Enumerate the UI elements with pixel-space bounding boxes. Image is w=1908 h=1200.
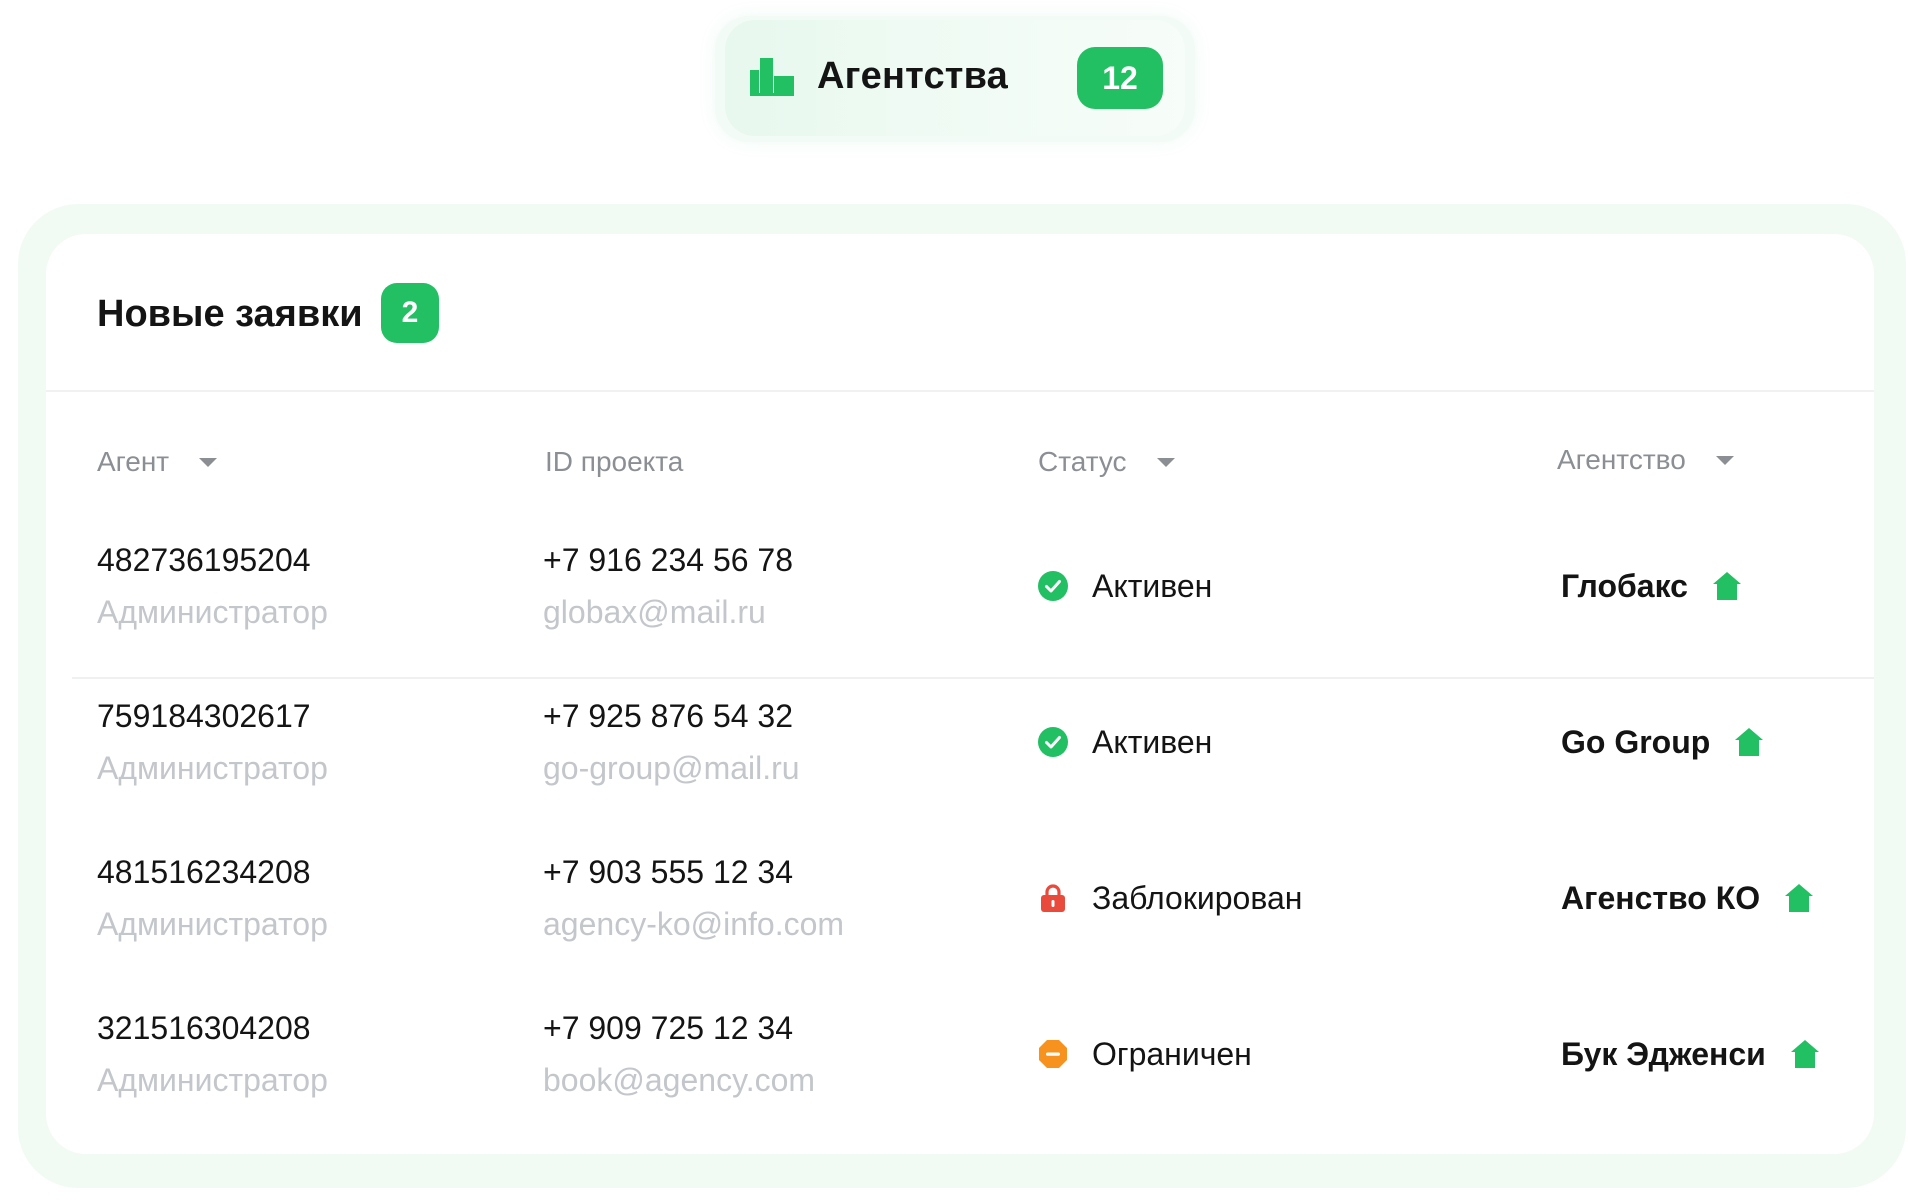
agent-phone: +7 925 876 54 32 [543,698,794,734]
home-icon [1785,884,1814,912]
check-circle-icon [1038,727,1068,757]
agent-id: 481516234208 [97,854,311,890]
chevron-down-icon[interactable] [1156,457,1175,467]
minus-octagon-icon [1039,1040,1067,1068]
column-header-label: ID проекта [545,446,684,477]
agencies-title: Агентства [817,55,1009,97]
status-label: Ограничен [1092,1036,1252,1072]
agency-name: Бук Эдженси [1561,1036,1766,1072]
status-badge: Заблокирован [1038,876,1302,920]
status-label: Активен [1092,724,1213,760]
column-header-agency[interactable]: Агентство [1557,440,1734,480]
card-title: Новые заявки [97,293,363,335]
column-header-agent[interactable]: Агент [97,442,218,482]
agent-email[interactable]: globax@mail.ru [543,590,766,634]
buildings-icon [750,58,794,96]
chevron-down-icon[interactable] [1715,455,1734,465]
agency-name: Go Group [1561,724,1711,760]
agent-email[interactable]: agency-ko@info.com [543,902,844,946]
agency-cell[interactable]: Глобакс [1561,564,1742,608]
agent-phone: +7 909 725 12 34 [543,1010,794,1046]
column-header-label: Агентство [1557,444,1686,475]
agent-phone: +7 916 234 56 78 [543,542,794,578]
chevron-down-icon[interactable] [199,457,218,467]
status-label: Активен [1092,568,1213,604]
column-header-label: Статус [1038,446,1127,477]
column-header-label: Агент [97,446,170,477]
status-badge: Активен [1038,564,1212,608]
agent-role: Администратор [97,750,328,786]
agency-cell[interactable]: Агенство КО [1561,876,1814,920]
agency-cell[interactable]: Go Group [1561,720,1764,764]
new-requests-card: Новые заявки 2 Агент ID проекта Статус А… [46,234,1874,1154]
agent-id: 321516304208 [97,1010,311,1046]
agencies-pill[interactable]: Агентства 12 [725,20,1185,136]
home-icon [1735,728,1764,756]
table-row[interactable]: 482736195204 Администратор +7 916 234 56… [46,524,1874,680]
agent-email[interactable]: book@agency.com [543,1058,815,1102]
agency-cell[interactable]: Бук Эдженси [1561,1032,1820,1076]
card-header: Новые заявки 2 [46,234,1874,392]
agent-email[interactable]: go-group@mail.ru [543,746,800,790]
requests-count-badge: 2 [381,283,439,343]
status-label: Заблокирован [1092,880,1303,916]
agent-id: 759184302617 [97,698,311,734]
lock-icon [1041,884,1065,912]
status-badge: Ограничен [1038,1032,1252,1076]
agent-phone: +7 903 555 12 34 [543,854,794,890]
agencies-count-badge: 12 [1077,47,1163,109]
agent-id: 482736195204 [97,542,311,578]
home-icon [1712,572,1741,600]
check-circle-icon [1038,571,1068,601]
status-badge: Активен [1038,720,1212,764]
agent-role: Администратор [97,594,328,630]
table-row[interactable]: 759184302617 Администратор +7 925 876 54… [46,680,1874,836]
agent-role: Администратор [97,906,328,942]
table-row[interactable]: 481516234208 Администратор +7 903 555 12… [46,836,1874,992]
agency-name: Агенство КО [1561,880,1761,916]
agent-role: Администратор [97,1062,328,1098]
column-header-project-id: ID проекта [545,442,683,482]
table-row[interactable]: 321516304208 Администратор +7 909 725 12… [46,992,1874,1148]
home-icon [1790,1040,1819,1068]
row-divider [72,677,1874,679]
agency-name: Глобакс [1561,568,1688,604]
column-header-status[interactable]: Статус [1038,442,1175,482]
